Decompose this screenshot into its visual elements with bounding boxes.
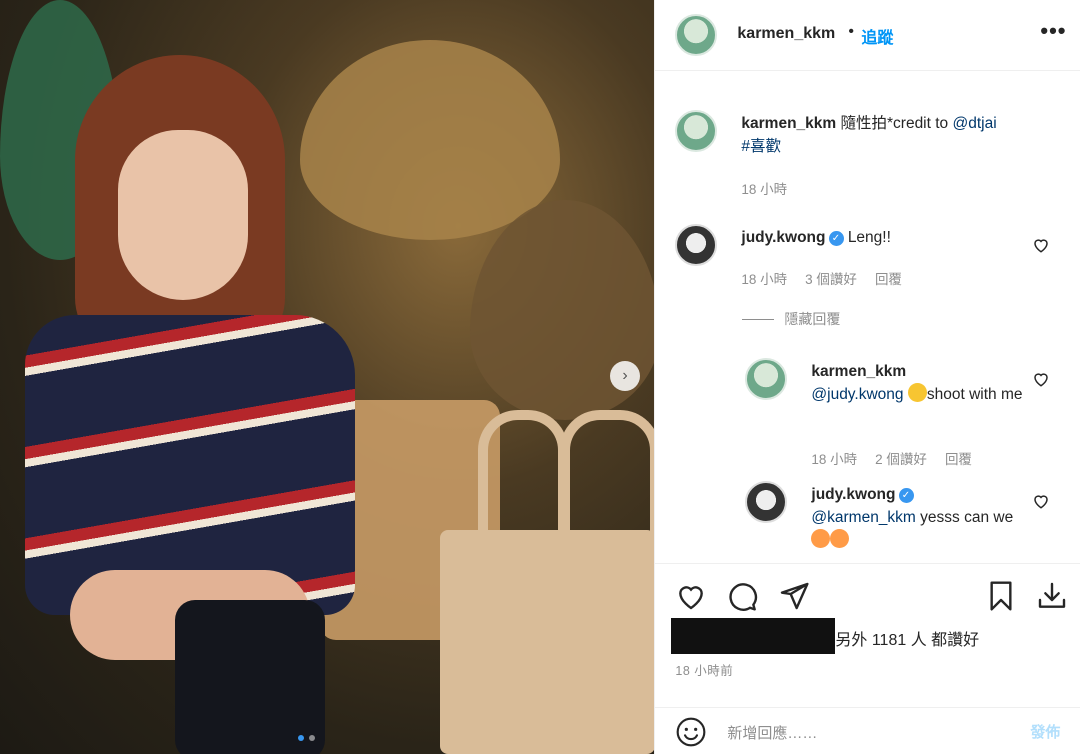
love-emoji-icon (830, 529, 850, 548)
caption: karmen_kkm 隨性拍*credit to @dtjai #喜歡 (741, 112, 1061, 158)
download-icon[interactable] (1036, 580, 1068, 612)
reply-button[interactable]: 回覆 (945, 448, 972, 468)
avatar[interactable] (745, 358, 788, 400)
carousel-dot-active (298, 735, 304, 741)
separator: • (848, 23, 854, 40)
comment-text: Leng!! (847, 229, 891, 246)
avatar[interactable] (675, 110, 718, 152)
comment-likes[interactable]: 3 個讚好 (805, 268, 857, 288)
paper-plane-icon[interactable] (778, 580, 810, 612)
caption-text: 隨性拍*credit to (840, 115, 953, 132)
chevron-right-icon: › (622, 367, 628, 384)
comment-time: 18 小時 (741, 272, 788, 287)
reply-comment: karmen_kkm @judy.kwong shoot with me (811, 360, 1031, 406)
more-options-icon[interactable]: ••• (1040, 18, 1066, 44)
reply-button[interactable]: 回覆 (875, 268, 902, 288)
boot (175, 600, 325, 754)
avatar[interactable] (745, 481, 788, 523)
verified-badge-icon: ✓ (828, 231, 844, 246)
comment-meta: 18 小時 3 個讚好 回覆 (741, 268, 902, 288)
comment-icon[interactable] (726, 580, 758, 612)
comment: judy.kwong ✓ Leng!! (741, 226, 1031, 249)
heart-icon[interactable] (1032, 492, 1050, 510)
header-username[interactable]: karmen_kkm (737, 25, 835, 43)
comment-text: shoot with me (926, 386, 1023, 403)
redacted-name (671, 618, 836, 654)
action-bar: 另外 1181 人 都讚好 18 小時前 發佈 (655, 563, 1080, 755)
comment-meta: 18 小時 2 個讚好 回覆 (811, 448, 972, 468)
heart-icon[interactable] (1032, 370, 1050, 388)
caption-meta: 18 小時 (741, 178, 787, 198)
comment-text: yesss can we (920, 509, 1014, 526)
comment-username[interactable]: karmen_kkm (811, 363, 906, 380)
post-timestamp: 18 小時前 (675, 664, 734, 678)
carousel-indicator (298, 735, 315, 741)
comment-likes[interactable]: 2 個讚好 (875, 448, 927, 468)
hide-replies-button[interactable]: 隱藏回覆 (742, 309, 840, 329)
next-photo-button[interactable]: › (610, 361, 640, 391)
caption-time: 18 小時 (741, 182, 788, 197)
verified-badge-icon: ✓ (898, 488, 914, 503)
comment-time: 18 小時 (811, 452, 858, 467)
caption-mention[interactable]: @dtjai (952, 115, 996, 132)
caption-hashtag[interactable]: #喜歡 (741, 138, 781, 155)
reply-comment: judy.kwong ✓ @karmen_kkm yesss can we (811, 483, 1031, 552)
comment-username[interactable]: judy.kwong (811, 486, 895, 503)
heart-icon[interactable] (675, 580, 707, 612)
instagram-post: › karmen_kkm • 追蹤 ••• karmen_kkm 隨性拍*cre… (0, 0, 1080, 754)
bag-handle (478, 410, 568, 560)
grimace-emoji-icon (907, 383, 927, 402)
likes-count[interactable]: 另外 1181 人 都讚好 (835, 626, 979, 650)
palm-leaf (300, 40, 560, 240)
comment-mention[interactable]: @judy.kwong (811, 386, 903, 403)
bag-handle (560, 410, 655, 570)
post-photo[interactable]: › (0, 0, 655, 754)
post-details-panel: karmen_kkm • 追蹤 ••• karmen_kkm 隨性拍*credi… (654, 0, 1080, 754)
smiley-icon[interactable] (675, 716, 707, 748)
comment-input[interactable] (725, 718, 1010, 748)
bookmark-icon[interactable] (985, 580, 1017, 612)
add-comment-bar: 發佈 (655, 707, 1080, 756)
divider-line (742, 318, 775, 320)
avatar[interactable] (675, 224, 718, 266)
avatar[interactable] (675, 14, 718, 56)
carousel-dot (309, 735, 315, 741)
caption-username[interactable]: karmen_kkm (741, 115, 836, 132)
follow-button[interactable]: 追蹤 (861, 24, 893, 48)
post-header: karmen_kkm • 追蹤 ••• (655, 0, 1080, 71)
heart-icon[interactable] (1032, 236, 1050, 254)
love-emoji-icon (811, 529, 831, 548)
face (118, 130, 248, 300)
post-comment-button[interactable]: 發佈 (1030, 721, 1060, 742)
comment-username[interactable]: judy.kwong (741, 229, 825, 246)
comment-mention[interactable]: @karmen_kkm (811, 509, 915, 526)
hide-replies-label: 隱藏回覆 (784, 311, 841, 327)
